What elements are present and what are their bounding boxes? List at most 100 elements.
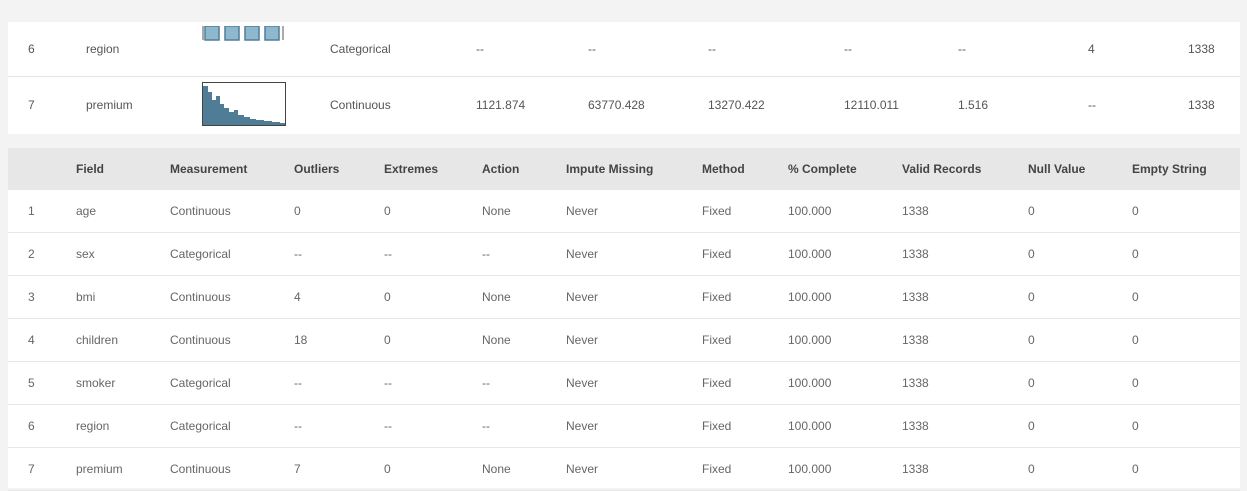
min-value: 1121.874	[476, 98, 526, 112]
header-method[interactable]: Method	[702, 148, 745, 190]
measurement-level: Continuous	[170, 204, 231, 218]
method-value[interactable]: Fixed	[702, 190, 731, 232]
summary-row-premium[interactable]: 7 premium Continuous 1121.874 63770.428 …	[8, 78, 1240, 132]
header-impute-missing[interactable]: Impute Missing	[566, 148, 653, 190]
header-outliers[interactable]: Outliers	[294, 148, 339, 190]
measurement-level: Categorical	[170, 247, 231, 261]
impute-missing-value[interactable]: Never	[566, 190, 598, 232]
measurement-level: Continuous	[330, 98, 391, 112]
action-value[interactable]: None	[482, 319, 511, 361]
measurement-level: Categorical	[170, 376, 231, 390]
extremes-value: --	[384, 376, 392, 390]
unique-value: 4	[1088, 42, 1095, 56]
min-value: --	[476, 42, 484, 56]
outliers-value: --	[294, 419, 302, 433]
field-name: region	[76, 419, 110, 433]
impute-missing-value[interactable]: Never	[566, 319, 598, 361]
action-value[interactable]: --	[482, 405, 490, 447]
extremes-value: 0	[384, 204, 391, 218]
valid-records-value: 1338	[902, 462, 929, 476]
action-value[interactable]: None	[482, 190, 511, 232]
extremes-value: --	[384, 419, 392, 433]
std-dev-value: 12110.011	[844, 98, 899, 112]
impute-missing-value[interactable]: Never	[566, 362, 598, 404]
percent-complete-value: 100.000	[788, 376, 832, 390]
header-field[interactable]: Field	[76, 148, 104, 190]
table-row[interactable]: 6 region Categorical -- -- -- Never Fixe…	[8, 405, 1240, 448]
null-value: 0	[1028, 376, 1035, 390]
bar-4	[264, 25, 280, 41]
table-row[interactable]: 4 children Continuous 18 0 None Never Fi…	[8, 319, 1240, 362]
std-dev-value: --	[844, 42, 852, 56]
max-value: --	[588, 42, 596, 56]
table-row[interactable]: 5 smoker Categorical -- -- -- Never Fixe…	[8, 362, 1240, 405]
table-row[interactable]: 1 age Continuous 0 0 None Never Fixed 10…	[8, 190, 1240, 233]
valid-records-value: 1338	[902, 333, 929, 347]
max-value: 63770.428	[588, 98, 645, 112]
empty-string-value: 0	[1132, 247, 1139, 261]
field-name: children	[76, 333, 119, 347]
method-value[interactable]: Fixed	[702, 448, 731, 490]
measurement-level: Continuous	[170, 333, 231, 347]
null-value: 0	[1028, 333, 1035, 347]
action-value[interactable]: --	[482, 233, 490, 275]
action-value[interactable]: None	[482, 276, 511, 318]
header-valid-records[interactable]: Valid Records	[902, 148, 981, 190]
bar-3	[244, 25, 260, 41]
quality-table-header: Field Measurement Outliers Extremes Acti…	[8, 148, 1240, 190]
histogram-icon	[202, 82, 286, 126]
impute-missing-value[interactable]: Never	[566, 448, 598, 490]
action-value[interactable]: None	[482, 448, 511, 490]
extremes-value: 0	[384, 290, 391, 304]
impute-missing-value[interactable]: Never	[566, 233, 598, 275]
table-row[interactable]: 7 premium Continuous 7 0 None Never Fixe…	[8, 448, 1240, 491]
field-name: bmi	[76, 290, 96, 304]
method-value[interactable]: Fixed	[702, 405, 731, 447]
table-row[interactable]: 3 bmi Continuous 4 0 None Never Fixed 10…	[8, 276, 1240, 319]
table-row[interactable]: 2 sex Categorical -- -- -- Never Fixed 1…	[8, 233, 1240, 276]
header-null-value[interactable]: Null Value	[1028, 148, 1085, 190]
empty-string-value: 0	[1132, 333, 1139, 347]
mean-value: --	[708, 42, 716, 56]
header-percent-complete[interactable]: % Complete	[788, 148, 857, 190]
header-empty-string[interactable]: Empty String	[1132, 148, 1207, 190]
percent-complete-value: 100.000	[788, 290, 832, 304]
field-name: sex	[76, 247, 95, 261]
header-measurement[interactable]: Measurement	[170, 148, 247, 190]
row-index: 1	[28, 204, 35, 218]
mean-value: 13270.422	[708, 98, 765, 112]
method-value[interactable]: Fixed	[702, 362, 731, 404]
valid-value: 1338	[1188, 98, 1215, 112]
impute-missing-value[interactable]: Never	[566, 276, 598, 318]
empty-string-value: 0	[1132, 290, 1139, 304]
outliers-value: --	[294, 247, 302, 261]
valid-records-value: 1338	[902, 204, 929, 218]
summary-row-region[interactable]: 6 region Categorical -- -- -- -- -- 4 13…	[8, 22, 1240, 77]
impute-missing-value[interactable]: Never	[566, 405, 598, 447]
method-value[interactable]: Fixed	[702, 233, 731, 275]
row-index: 6	[28, 419, 35, 433]
skewness-value: --	[958, 42, 966, 56]
field-name: premium	[76, 462, 123, 476]
header-extremes[interactable]: Extremes	[384, 148, 438, 190]
empty-string-value: 0	[1132, 462, 1139, 476]
bar-1	[204, 25, 220, 41]
outliers-value: 4	[294, 290, 301, 304]
bar-histogram-thumbnail[interactable]	[202, 25, 288, 72]
skewness-value: 1.516	[958, 98, 989, 112]
row-index: 3	[28, 290, 35, 304]
method-value[interactable]: Fixed	[702, 319, 731, 361]
method-value[interactable]: Fixed	[702, 276, 731, 318]
valid-records-value: 1338	[902, 376, 929, 390]
field-name: smoker	[76, 376, 116, 390]
outliers-value: 0	[294, 204, 301, 218]
unique-value: --	[1088, 98, 1096, 112]
action-value[interactable]: --	[482, 362, 490, 404]
null-value: 0	[1028, 290, 1035, 304]
continuous-histogram-thumbnail[interactable]	[202, 82, 288, 128]
measurement-level: Categorical	[170, 419, 231, 433]
outliers-value: 18	[294, 333, 308, 347]
header-action[interactable]: Action	[482, 148, 519, 190]
measurement-level: Continuous	[170, 462, 231, 476]
measurement-level: Categorical	[330, 42, 391, 56]
